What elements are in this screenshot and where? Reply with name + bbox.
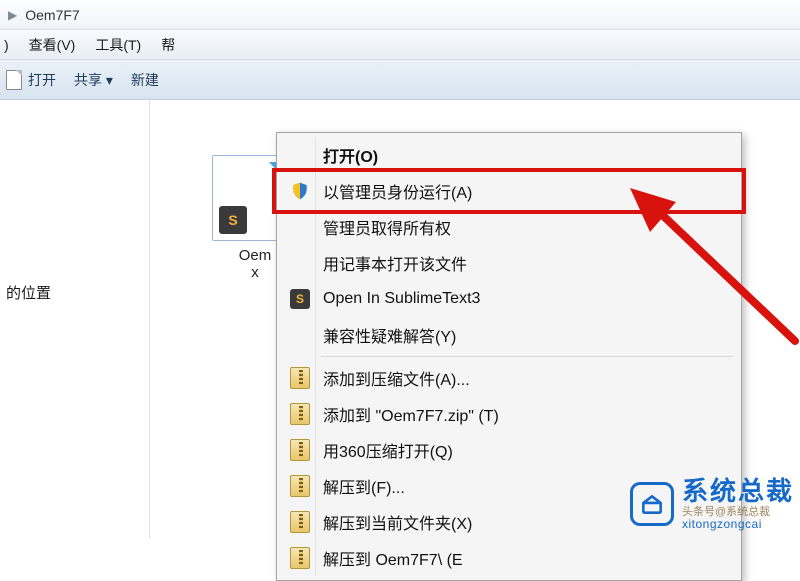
- content-area: 的位置 S Oem x 打开(O) 以管理员身份运行(A) 管理员取得所有权 用…: [0, 100, 800, 539]
- watermark: 系统总裁 头条号@系统总裁 xitongzongcai: [630, 477, 794, 531]
- sublime-icon: S: [283, 289, 317, 309]
- toolbar: 打开 共享 ▾ 新建: [0, 60, 800, 100]
- watermark-subtitle: 头条号@系统总裁: [682, 506, 794, 518]
- toolbar-open[interactable]: 打开: [6, 70, 56, 90]
- zip-icon: [283, 511, 317, 533]
- cm-extract-folder[interactable]: 解压到 Oem7F7\ (E: [279, 540, 739, 576]
- watermark-url: xitongzongcai: [682, 518, 794, 531]
- toolbar-share[interactable]: 共享 ▾: [74, 70, 113, 90]
- zip-icon: [283, 403, 317, 425]
- cm-troubleshoot-compat[interactable]: 兼容性疑难解答(Y): [279, 317, 739, 353]
- toolbar-new-clip[interactable]: 新建: [131, 70, 159, 90]
- menu-help-clip[interactable]: 帮: [161, 35, 175, 55]
- address-bar[interactable]: ▶ Oem7F7: [0, 0, 800, 30]
- file-badge-icon: S: [219, 206, 247, 234]
- zip-icon: [283, 475, 317, 497]
- menu-item-clip[interactable]: ): [4, 37, 9, 53]
- cm-open-notepad[interactable]: 用记事本打开该文件: [279, 245, 739, 281]
- cm-run-as-admin[interactable]: 以管理员身份运行(A): [279, 173, 739, 209]
- menu-tools[interactable]: 工具(T): [95, 35, 141, 55]
- breadcrumb-folder[interactable]: Oem7F7: [25, 7, 79, 23]
- sidebar-location-clip[interactable]: 的位置: [6, 282, 143, 303]
- toolbar-new-label: 新建: [131, 70, 159, 90]
- shield-icon: [283, 181, 317, 201]
- breadcrumb-separator-icon: ▶: [8, 8, 17, 22]
- zip-icon: [283, 439, 317, 461]
- watermark-logo-icon: [630, 482, 674, 526]
- cm-add-zip[interactable]: 添加到 "Oem7F7.zip" (T): [279, 396, 739, 432]
- cm-take-ownership[interactable]: 管理员取得所有权: [279, 209, 739, 245]
- cm-add-archive[interactable]: 添加到压缩文件(A)...: [279, 360, 739, 396]
- toolbar-open-label: 打开: [28, 70, 56, 90]
- zip-icon: [283, 547, 317, 569]
- menu-view[interactable]: 查看(V): [29, 35, 76, 55]
- sidebar: 的位置: [0, 100, 150, 539]
- cm-open-sublime[interactable]: S Open In SublimeText3: [279, 281, 739, 317]
- watermark-title: 系统总裁: [682, 477, 794, 506]
- toolbar-share-label: 共享 ▾: [74, 70, 113, 90]
- context-menu-separator: [321, 356, 733, 357]
- page-icon: [6, 70, 22, 90]
- zip-icon: [283, 367, 317, 389]
- cm-open[interactable]: 打开(O): [279, 137, 739, 173]
- cm-open-360[interactable]: 用360压缩打开(Q): [279, 432, 739, 468]
- menu-bar: ) 查看(V) 工具(T) 帮: [0, 30, 800, 60]
